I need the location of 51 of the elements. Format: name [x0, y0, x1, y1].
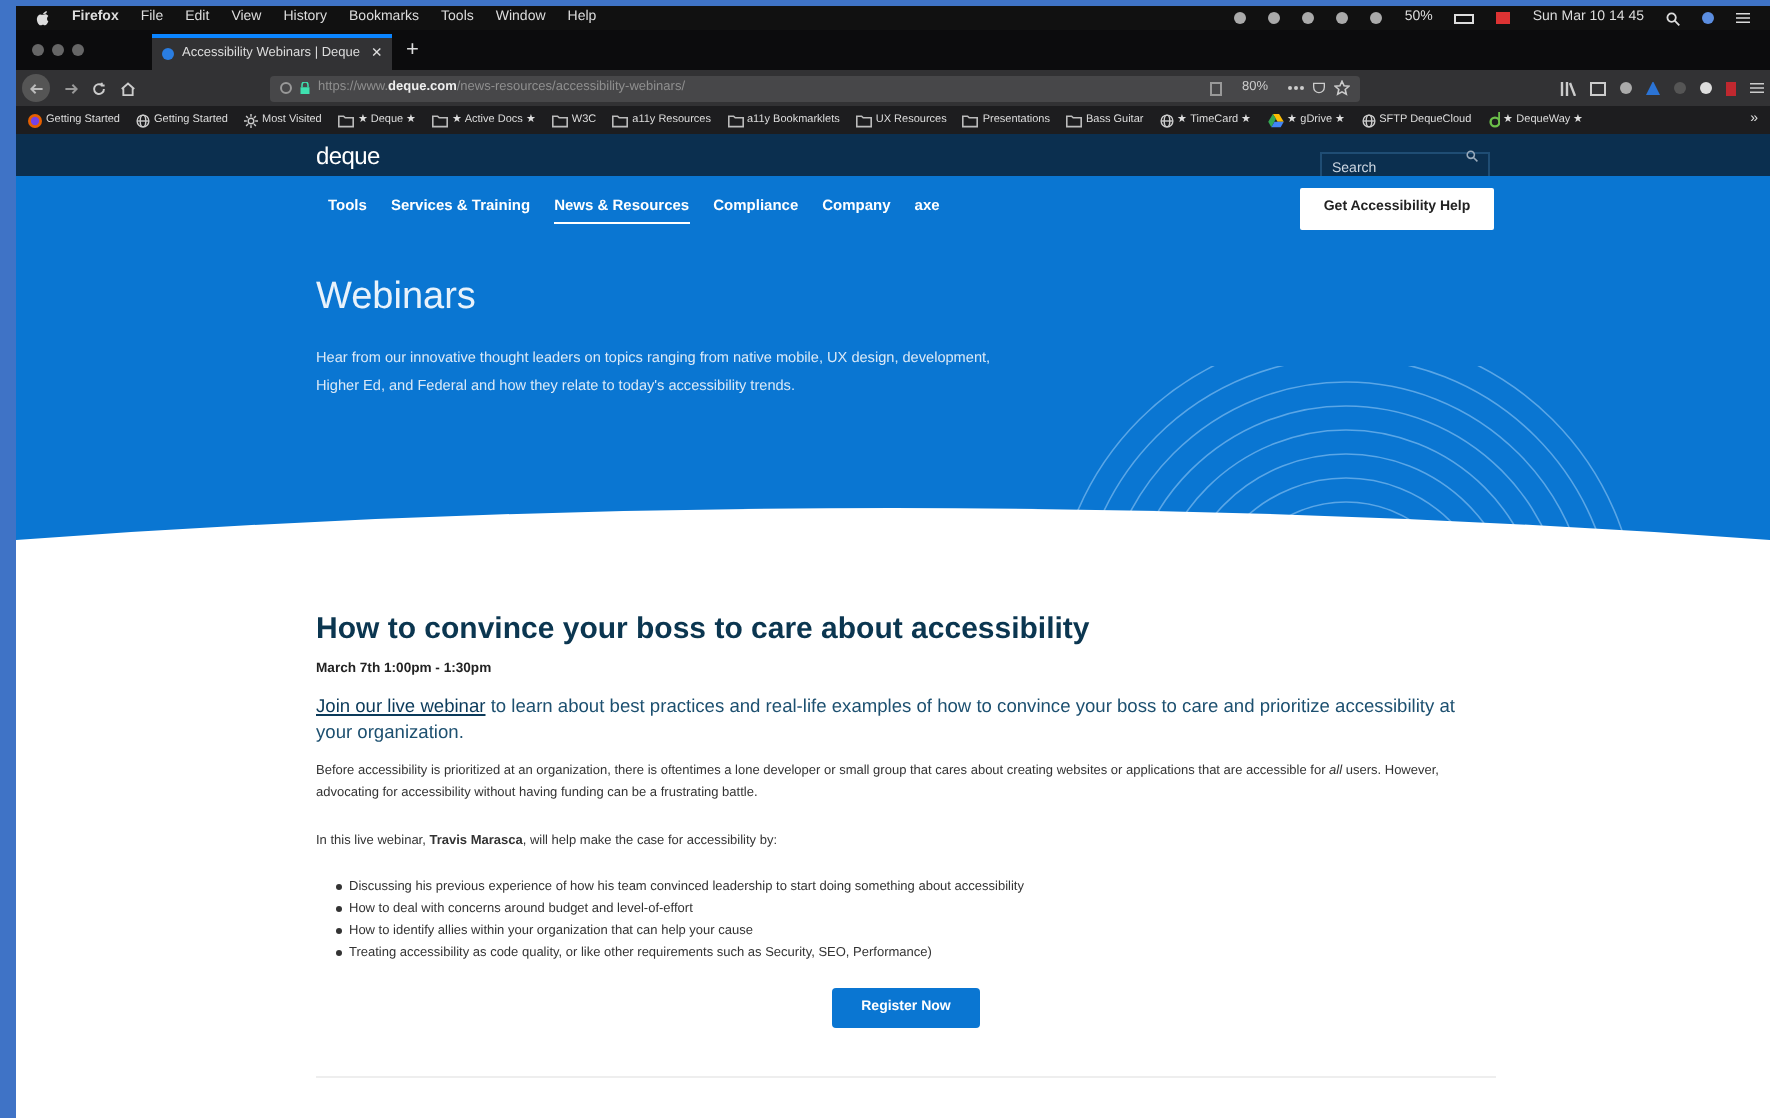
article-title: How to convince your boss to care about accessibility [316, 612, 1092, 648]
hero-title: Webinars [314, 274, 478, 322]
library-icon[interactable] [1560, 81, 1576, 95]
folder-icon [432, 113, 449, 127]
search-icon [1466, 149, 1478, 161]
status-icon [1302, 12, 1315, 24]
back-arrow-icon [29, 81, 43, 95]
drive-icon [1267, 113, 1284, 127]
info-icon [280, 82, 292, 94]
globe-icon [136, 113, 150, 127]
bullet-icon [336, 884, 341, 890]
extension-icon [1700, 82, 1712, 94]
status-icon [1234, 12, 1247, 24]
folder-icon [727, 113, 743, 127]
flag-icon [1496, 12, 1511, 24]
join-webinar-link[interactable]: Join our live webinar [316, 696, 486, 717]
intro-paragraph: Join our live webinar to learn about best practices and real-life examples of how to convince your boss to care and prioritize accessibility at your organization. [316, 694, 1457, 747]
folder-icon [612, 113, 629, 127]
home-icon[interactable] [120, 81, 136, 95]
lock-icon [300, 82, 310, 94]
deque-logo: deque [316, 139, 380, 173]
reader-view-icon[interactable] [1209, 81, 1222, 95]
extension-icon [1620, 82, 1632, 94]
extension-icon [1674, 82, 1686, 94]
new-tab-button[interactable]: + [400, 33, 419, 67]
close-tab-button[interactable]: × [371, 40, 382, 68]
sidebar-icon[interactable] [1590, 81, 1606, 95]
list-icon[interactable] [1736, 12, 1750, 24]
back-button[interactable] [22, 74, 50, 102]
globe-icon [1361, 113, 1376, 127]
folder-icon [962, 113, 979, 127]
folder-icon [855, 113, 872, 127]
folder-icon [551, 113, 568, 127]
reload-icon[interactable] [92, 81, 106, 95]
folder-icon [1065, 113, 1082, 127]
menu-icon[interactable] [1750, 82, 1764, 94]
pocket-icon[interactable] [1312, 82, 1326, 94]
search-icon[interactable] [1666, 11, 1680, 25]
firefox-icon [28, 113, 42, 127]
status-icon [1268, 12, 1281, 24]
forward-arrow-icon[interactable] [64, 81, 78, 95]
gear-icon [244, 113, 258, 127]
deque-favicon [162, 48, 174, 60]
bullet-icon [336, 928, 341, 934]
star-icon[interactable] [1334, 80, 1350, 96]
folder-icon [337, 113, 354, 127]
bullet-icon [336, 950, 341, 956]
apple-icon [36, 10, 50, 26]
bullet-icon [336, 906, 341, 912]
battery-icon [1454, 13, 1475, 23]
globe-icon [1159, 113, 1174, 127]
